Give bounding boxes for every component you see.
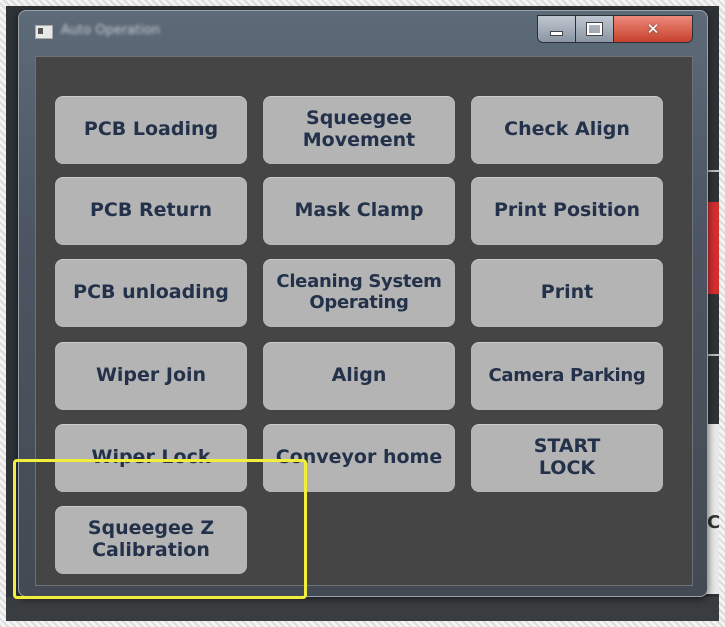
close-icon: ✕ (646, 20, 660, 38)
background-edge-text: C (707, 512, 721, 533)
mask-clamp-button[interactable]: Mask Clamp (263, 177, 455, 245)
background-bottom-strip (6, 597, 719, 621)
start-lock-button[interactable]: START LOCK (471, 424, 663, 492)
title-bar[interactable]: Auto Operation ✕ (19, 11, 707, 51)
app-window-icon (35, 25, 53, 39)
check-align-button[interactable]: Check Align (471, 96, 663, 164)
pcb-return-button[interactable]: PCB Return (55, 177, 247, 245)
maximize-button[interactable] (576, 16, 614, 42)
print-button[interactable]: Print (471, 259, 663, 327)
highlight-box (13, 459, 307, 599)
caption-buttons: ✕ (537, 15, 693, 43)
align-button[interactable]: Align (263, 342, 455, 410)
wiper-join-button[interactable]: Wiper Join (55, 342, 247, 410)
close-button[interactable]: ✕ (614, 16, 692, 42)
maximize-icon (586, 22, 603, 36)
cleaning-system-operating-button[interactable]: Cleaning System Operating (263, 259, 455, 327)
camera-parking-button[interactable]: Camera Parking (471, 342, 663, 410)
squeegee-movement-button[interactable]: Squeegee Movement (263, 96, 455, 164)
minimize-button[interactable] (538, 16, 576, 42)
print-position-button[interactable]: Print Position (471, 177, 663, 245)
pcb-loading-button[interactable]: PCB Loading (55, 96, 247, 164)
pcb-unloading-button[interactable]: PCB unloading (55, 259, 247, 327)
window-title: Auto Operation (61, 23, 161, 38)
minimize-icon (550, 30, 563, 36)
